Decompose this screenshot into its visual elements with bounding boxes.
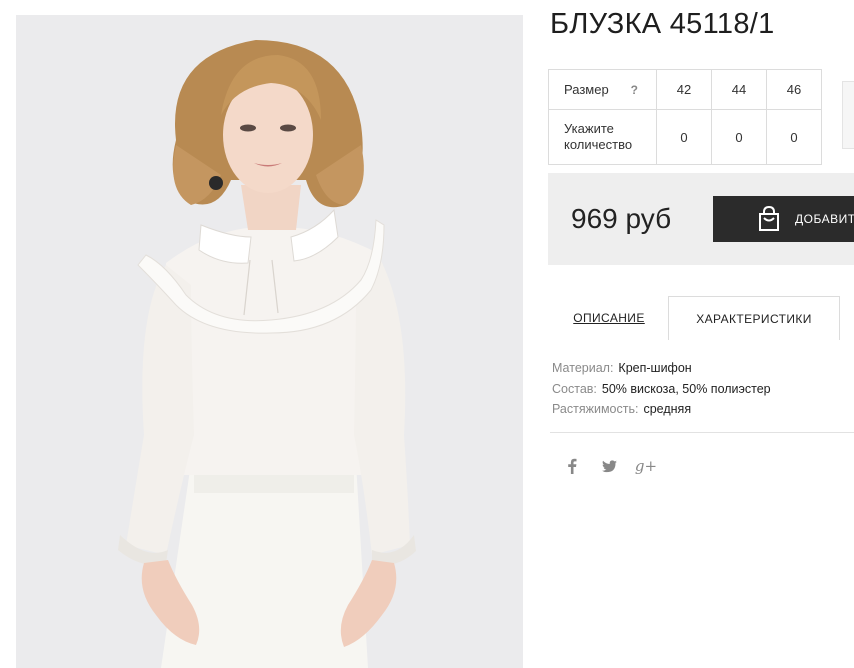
size-option-46: 46: [766, 69, 822, 110]
spec-value: средняя: [643, 402, 692, 416]
shopping-bag-icon: [759, 205, 779, 231]
quantity-input-46[interactable]: 0: [766, 109, 822, 165]
size-table: Размер ? 42 44 46 Укажите количество 0 0…: [548, 69, 822, 165]
quantity-input-42[interactable]: 0: [656, 109, 712, 165]
characteristics-list: Материал: Креп-шифон Состав: 50% вискоза, …: [552, 358, 771, 420]
quantity-label: Укажите количество: [564, 121, 633, 152]
google-plus-glyph: g+: [634, 457, 658, 475]
divider: [550, 432, 854, 433]
spec-row-stretch: Растяжимость: средняя: [552, 399, 771, 420]
quantity-input-44[interactable]: 0: [711, 109, 767, 165]
add-to-cart-button[interactable]: ДОБАВИТЬ: [713, 196, 854, 242]
quantity-label-cell: Укажите количество: [548, 109, 657, 165]
spec-value: 50% вискоза, 50% полиэстер: [601, 381, 771, 396]
size-label-cell: Размер ?: [548, 69, 657, 110]
add-to-cart-label: ДОБАВИТЬ: [795, 212, 854, 226]
product-title: БЛУЗКА 45118/1: [550, 8, 775, 40]
product-photo[interactable]: [16, 15, 523, 668]
price-bar: 969 руб ДОБАВИТЬ: [548, 173, 854, 265]
google-plus-icon[interactable]: g+: [634, 456, 658, 476]
size-option-44: 44: [711, 69, 767, 110]
spec-row-material: Материал: Креп-шифон: [552, 358, 771, 379]
spec-label: Состав:: [552, 381, 597, 396]
tab-characteristics[interactable]: ХАРАКТЕРИСТИКИ: [668, 296, 840, 340]
spec-row-composition: Состав: 50% вискоза, 50% полиэстер: [552, 379, 771, 400]
spec-label: Материал:: [552, 361, 614, 375]
price: 969 руб: [571, 203, 672, 234]
facebook-icon[interactable]: [563, 456, 581, 476]
product-photo-illustration: [118, 40, 416, 668]
size-label: Размер: [564, 82, 609, 97]
product-tabs: ОПИСАНИЕ ХАРАКТЕРИСТИКИ: [550, 296, 854, 340]
twitter-icon[interactable]: [600, 456, 618, 476]
size-help-icon[interactable]: ?: [631, 83, 638, 97]
spec-label: Растяжимость:: [552, 402, 639, 416]
size-table-scroll-edge: [842, 81, 854, 149]
social-share: g+: [563, 456, 658, 476]
tab-description[interactable]: ОПИСАНИЕ: [550, 296, 668, 340]
spec-value: Креп-шифон: [618, 361, 692, 375]
size-option-42: 42: [656, 69, 712, 110]
